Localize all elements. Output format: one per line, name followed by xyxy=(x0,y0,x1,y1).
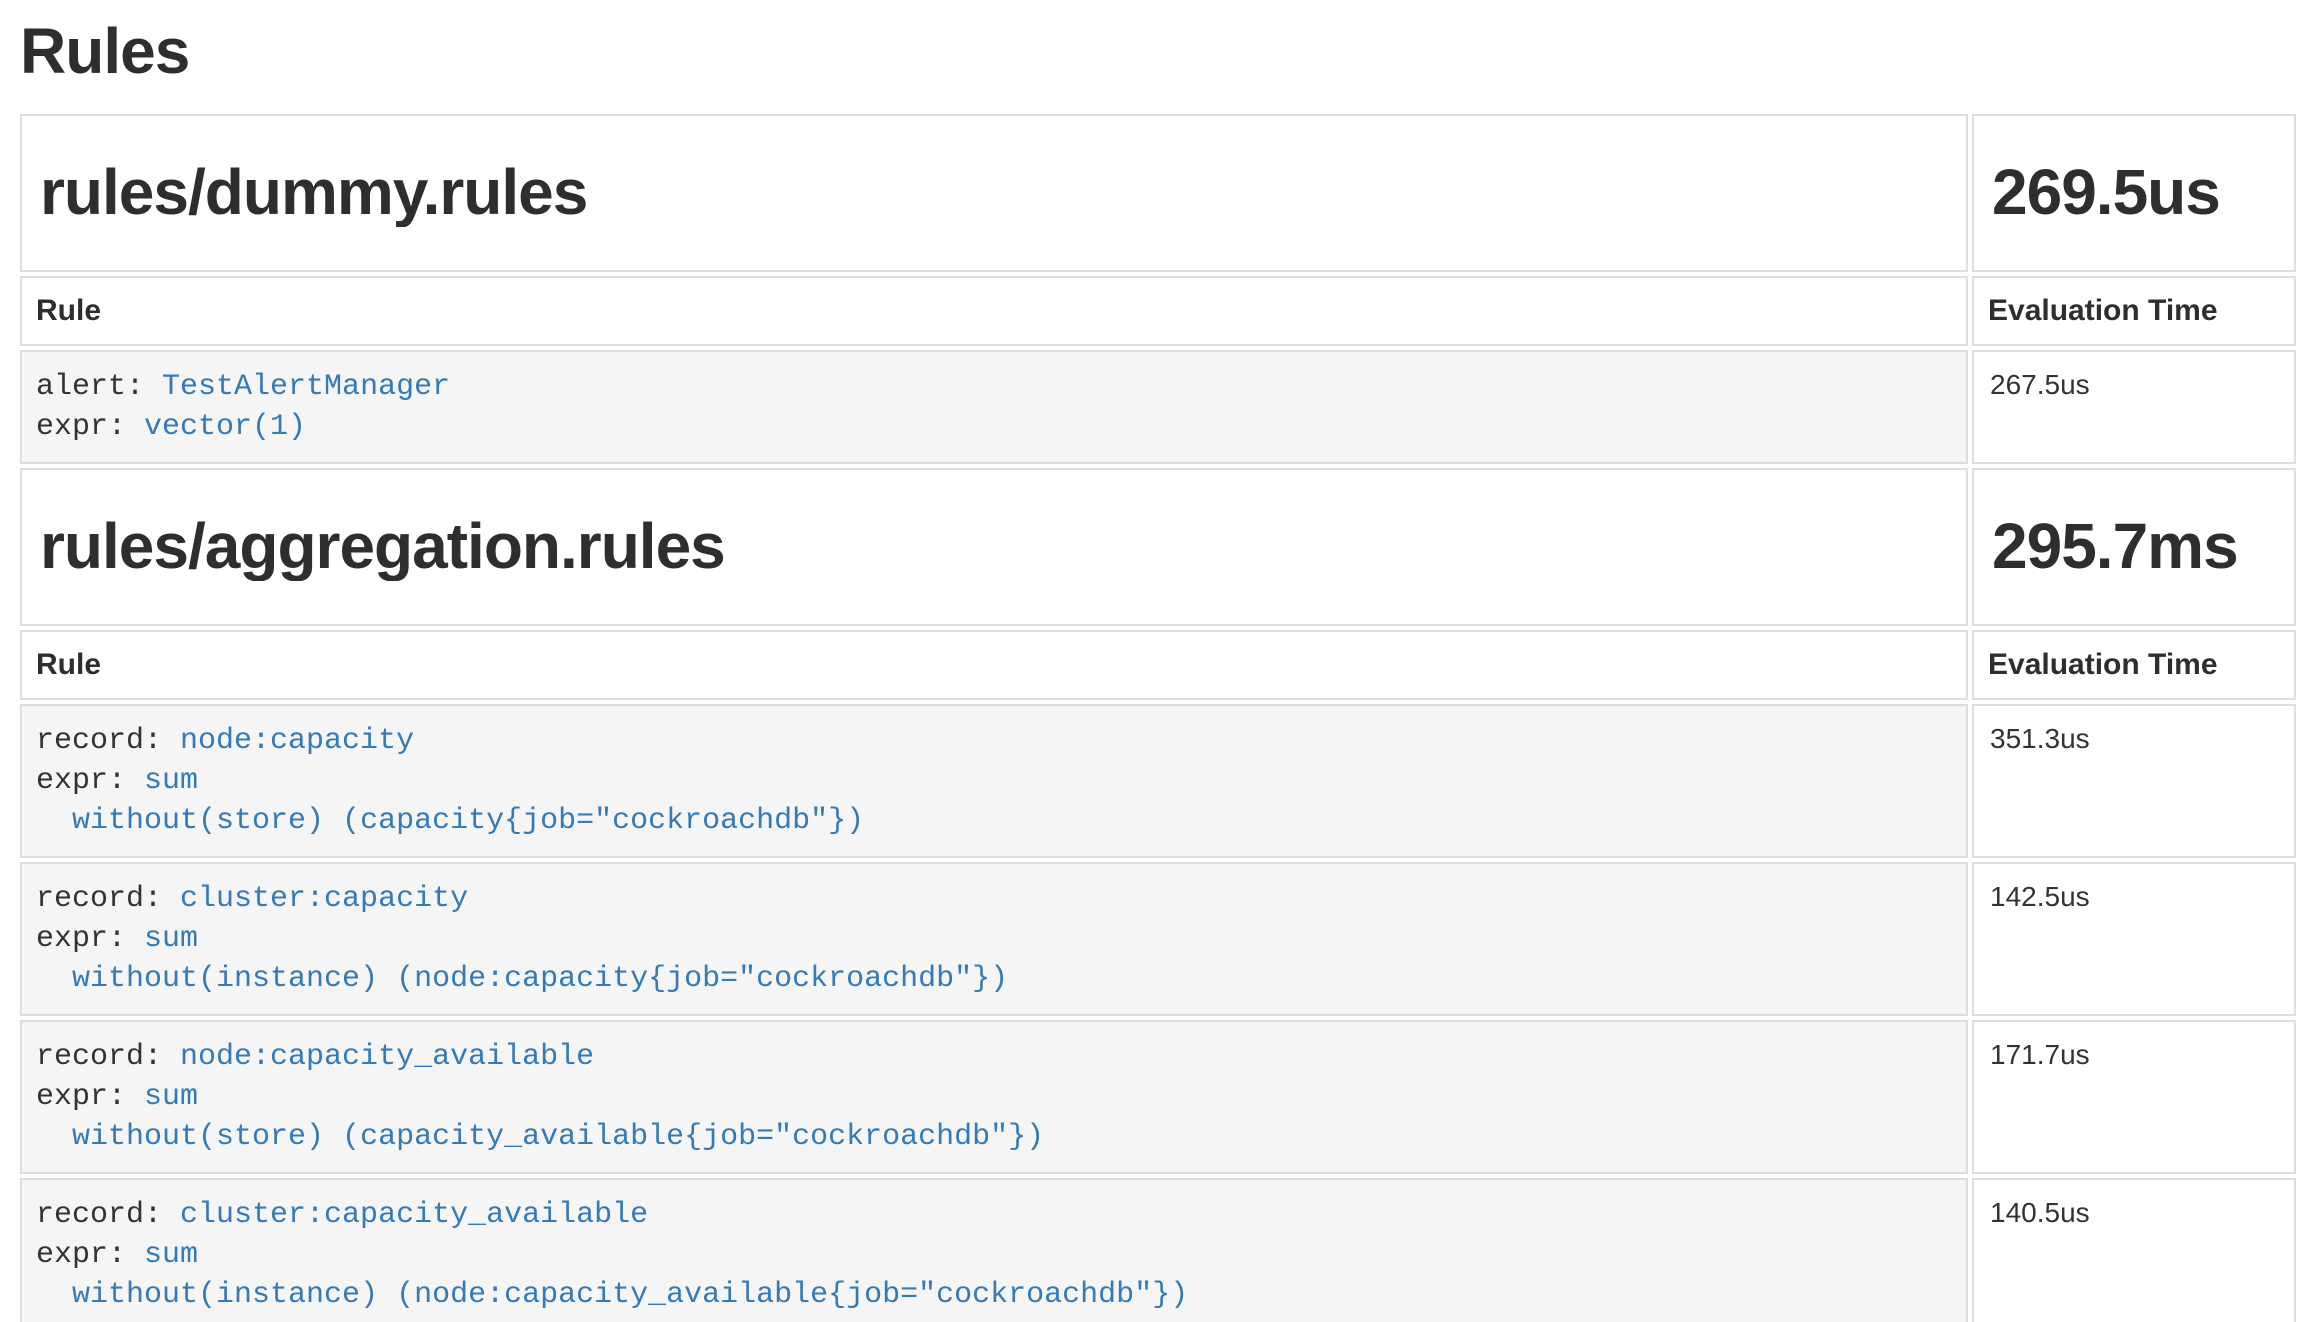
rule-evaluation-time: 142.5us xyxy=(1972,862,2296,1016)
rule-definition-cell: record: node:capacity_availableexpr: sum… xyxy=(20,1020,1968,1174)
rule-keyword xyxy=(36,962,72,996)
rules-table: rules/dummy.rules 269.5us Rule Evaluatio… xyxy=(16,110,2300,1322)
rule-row: record: node:capacityexpr: sum without(s… xyxy=(20,704,2296,858)
rule-group-file: rules/dummy.rules xyxy=(40,159,1948,226)
rule-code-line: expr: sum xyxy=(36,761,1952,801)
rule-column-header: Rule xyxy=(20,276,1968,346)
rule-keyword: expr: xyxy=(36,1080,144,1114)
rule-keyword: expr: xyxy=(36,1238,144,1272)
rule-row: record: cluster:capacityexpr: sum withou… xyxy=(20,862,2296,1016)
rule-keyword xyxy=(36,1120,72,1154)
rule-link[interactable]: without(instance) (node:capacity_availab… xyxy=(72,1278,1188,1312)
rule-code: record: node:capacity_availableexpr: sum… xyxy=(36,1037,1952,1157)
rule-keyword: record: xyxy=(36,1198,180,1232)
rule-code-line: without(store) (capacity_available{job="… xyxy=(36,1117,1952,1157)
rule-keyword: record: xyxy=(36,1040,180,1074)
rule-keyword: record: xyxy=(36,882,180,916)
rule-code-line: record: node:capacity_available xyxy=(36,1037,1952,1077)
rule-group-heading-row: rules/aggregation.rules 295.7ms xyxy=(20,468,2296,626)
rule-code: record: cluster:capacityexpr: sum withou… xyxy=(36,879,1952,999)
rule-row: record: node:capacity_availableexpr: sum… xyxy=(20,1020,2296,1174)
rule-code-line: expr: sum xyxy=(36,919,1952,959)
rule-link[interactable]: cluster:capacity xyxy=(180,882,468,916)
rule-link[interactable]: without(store) (capacity_available{job="… xyxy=(72,1120,1044,1154)
rule-group-file-cell: rules/dummy.rules xyxy=(20,114,1968,272)
rule-group-total-time-cell: 269.5us xyxy=(1972,114,2296,272)
rule-definition-cell: alert: TestAlertManagerexpr: vector(1) xyxy=(20,350,1968,464)
page-title: Rules xyxy=(20,14,2300,88)
rule-keyword xyxy=(36,804,72,838)
table-header-row: Rule Evaluation Time xyxy=(20,630,2296,700)
evaluation-time-column-header: Evaluation Time xyxy=(1972,276,2296,346)
rule-link[interactable]: sum xyxy=(144,1238,198,1272)
rule-link[interactable]: node:capacity_available xyxy=(180,1040,594,1074)
rule-group-total-evaluation-time: 269.5us xyxy=(1992,159,2276,226)
rule-row: alert: TestAlertManagerexpr: vector(1) 2… xyxy=(20,350,2296,464)
rule-code-line: without(instance) (node:capacity{job="co… xyxy=(36,959,1952,999)
rules-page: { "page": { "title": "Rules" }, "colors"… xyxy=(0,14,2316,1322)
evaluation-time-column-header: Evaluation Time xyxy=(1972,630,2296,700)
rule-keyword: expr: xyxy=(36,410,144,444)
rule-code-line: without(instance) (node:capacity_availab… xyxy=(36,1275,1952,1315)
rule-link[interactable]: sum xyxy=(144,1080,198,1114)
rule-group-total-evaluation-time: 295.7ms xyxy=(1992,513,2276,580)
rule-keyword: expr: xyxy=(36,922,144,956)
rule-definition-cell: record: node:capacityexpr: sum without(s… xyxy=(20,704,1968,858)
table-header-row: Rule Evaluation Time xyxy=(20,276,2296,346)
rule-link[interactable]: TestAlertManager xyxy=(162,370,450,404)
rule-code-line: without(store) (capacity{job="cockroachd… xyxy=(36,801,1952,841)
rule-definition-cell: record: cluster:capacityexpr: sum withou… xyxy=(20,862,1968,1016)
rule-code-line: record: cluster:capacity xyxy=(36,879,1952,919)
rule-evaluation-time: 171.7us xyxy=(1972,1020,2296,1174)
rule-group-heading-row: rules/dummy.rules 269.5us xyxy=(20,114,2296,272)
rule-group-total-time-cell: 295.7ms xyxy=(1972,468,2296,626)
rule-keyword: expr: xyxy=(36,764,144,798)
rules-table-body: rules/dummy.rules 269.5us Rule Evaluatio… xyxy=(20,114,2296,1322)
rule-code-line: record: cluster:capacity_available xyxy=(36,1195,1952,1235)
rule-code-line: record: node:capacity xyxy=(36,721,1952,761)
rule-code-line: expr: vector(1) xyxy=(36,407,1952,447)
rule-link[interactable]: vector(1) xyxy=(144,410,306,444)
rule-link[interactable]: without(instance) (node:capacity{job="co… xyxy=(72,962,1008,996)
rule-code: record: node:capacityexpr: sum without(s… xyxy=(36,721,1952,841)
rule-keyword: alert: xyxy=(36,370,162,404)
rule-code: alert: TestAlertManagerexpr: vector(1) xyxy=(36,367,1952,447)
rule-column-header: Rule xyxy=(20,630,1968,700)
rule-group-file-cell: rules/aggregation.rules xyxy=(20,468,1968,626)
rule-evaluation-time: 351.3us xyxy=(1972,704,2296,858)
rule-evaluation-time: 267.5us xyxy=(1972,350,2296,464)
rule-keyword: record: xyxy=(36,724,180,758)
content-area: Rules rules/dummy.rules 269.5us Rule Eva… xyxy=(0,14,2316,1322)
rule-link[interactable]: sum xyxy=(144,764,198,798)
rule-code-line: expr: sum xyxy=(36,1077,1952,1117)
rule-code: record: cluster:capacity_availableexpr: … xyxy=(36,1195,1952,1315)
rule-link[interactable]: node:capacity xyxy=(180,724,414,758)
rule-code-line: expr: sum xyxy=(36,1235,1952,1275)
rule-link[interactable]: without(store) (capacity{job="cockroachd… xyxy=(72,804,864,838)
rule-definition-cell: record: cluster:capacity_availableexpr: … xyxy=(20,1178,1968,1322)
rule-group-file: rules/aggregation.rules xyxy=(40,513,1948,580)
rule-code-line: alert: TestAlertManager xyxy=(36,367,1952,407)
rule-keyword xyxy=(36,1278,72,1312)
rule-row: record: cluster:capacity_availableexpr: … xyxy=(20,1178,2296,1322)
rule-link[interactable]: sum xyxy=(144,922,198,956)
rule-link[interactable]: cluster:capacity_available xyxy=(180,1198,648,1232)
rule-evaluation-time: 140.5us xyxy=(1972,1178,2296,1322)
